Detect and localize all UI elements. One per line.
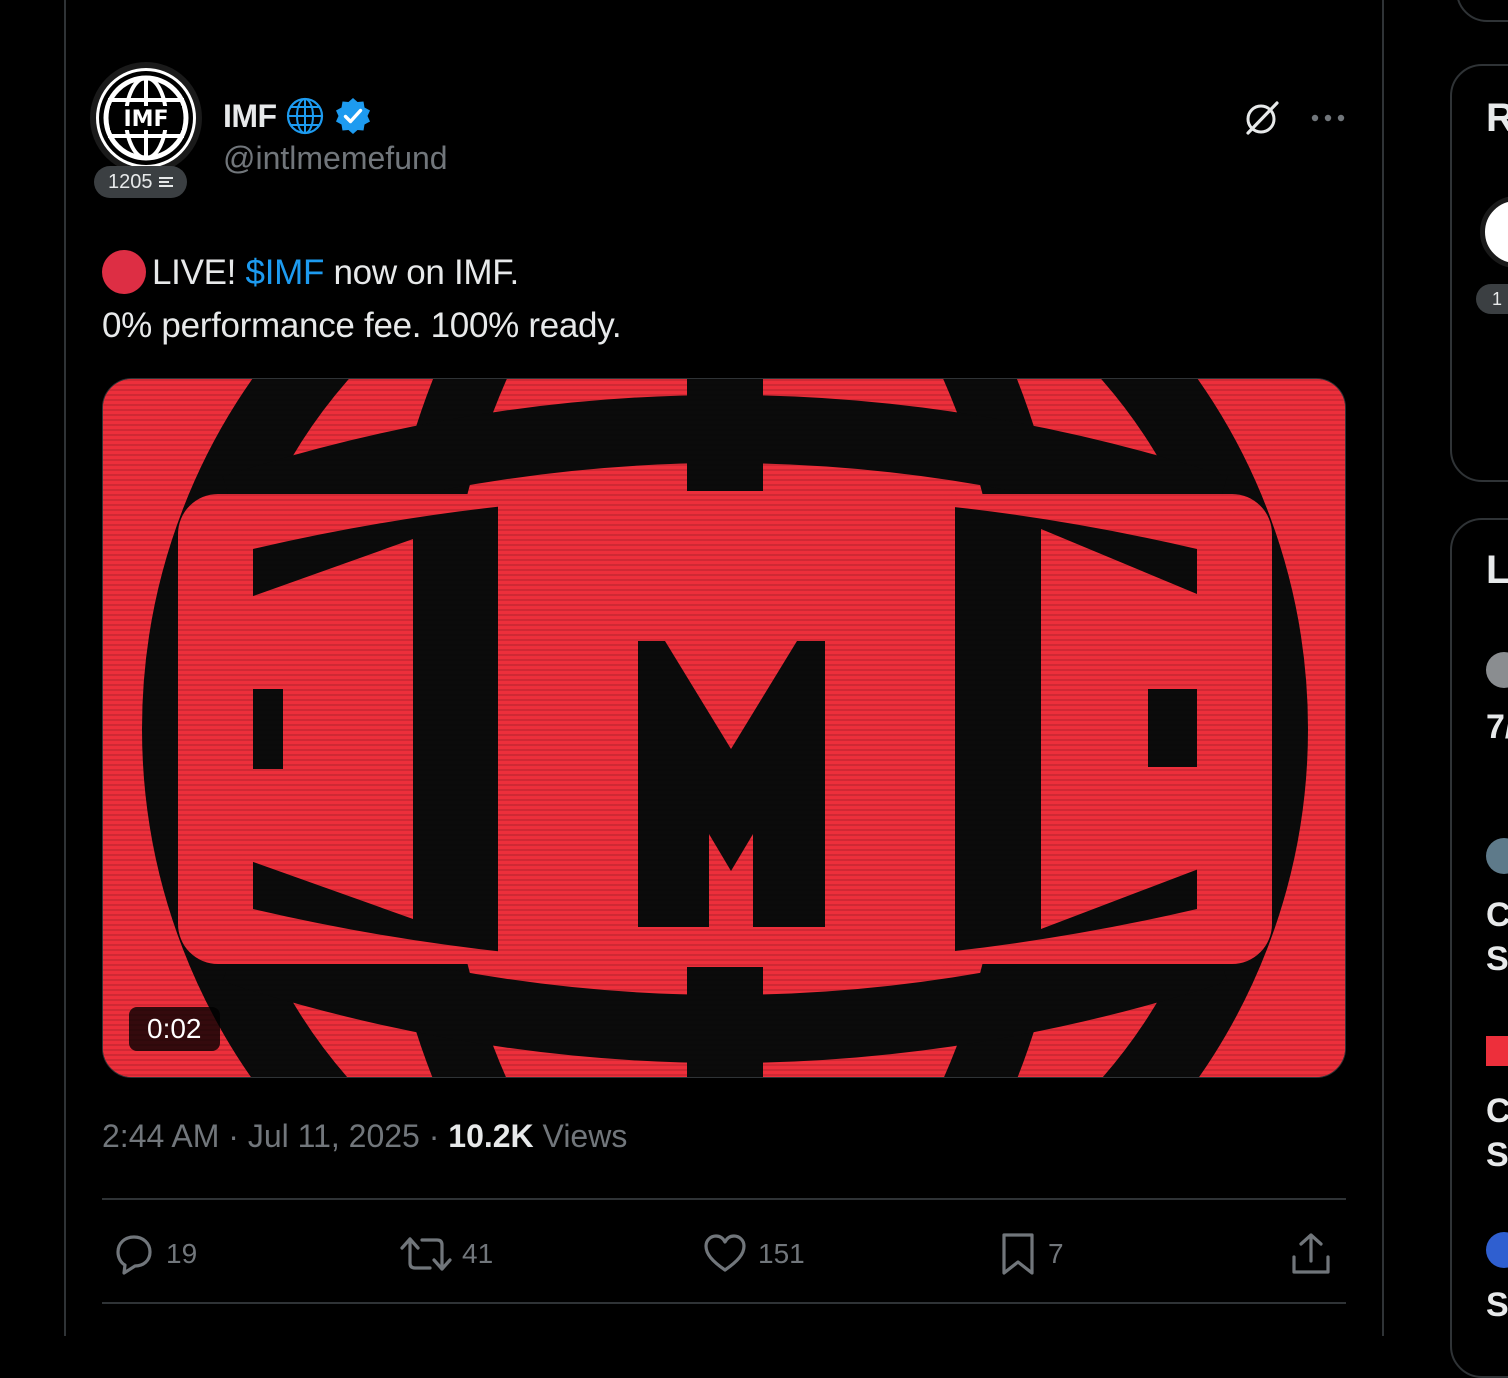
sidebar-top-card-edge xyxy=(1456,0,1508,22)
sidebar-score-value: 1 xyxy=(1492,289,1503,309)
heart-icon xyxy=(704,1234,746,1272)
reply-button[interactable]: 19 xyxy=(110,1224,197,1284)
timeline-left-border xyxy=(64,0,66,1336)
more-button[interactable] xyxy=(1306,96,1350,140)
sidebar-row-text[interactable]: S xyxy=(1486,940,1508,979)
sidebar-card-1: R 1 xyxy=(1450,64,1508,482)
bookmark-count: 7 xyxy=(1048,1238,1064,1269)
avatar[interactable] xyxy=(1486,838,1508,874)
red-circle-icon xyxy=(102,250,146,294)
sidebar-row-text[interactable]: S xyxy=(1486,1136,1508,1175)
repost-icon xyxy=(400,1237,452,1271)
sidebar-red-icon xyxy=(1486,1036,1508,1066)
share-icon xyxy=(1292,1233,1330,1274)
tweet-time[interactable]: 2:44 AM xyxy=(102,1118,219,1154)
tweet-text-line-1-rest: now on IMF. xyxy=(324,253,520,292)
tweet-text-line-1: LIVE! $IMF now on IMF. xyxy=(102,246,1342,299)
share-button[interactable] xyxy=(1288,1224,1334,1284)
like-button[interactable]: 151 xyxy=(702,1224,805,1284)
reply-icon xyxy=(116,1235,152,1275)
tweet-text-line-2: 0% performance fee. 100% ready. xyxy=(102,306,622,345)
views-label: Views xyxy=(533,1118,628,1154)
author-name-row: IMF xyxy=(223,96,373,136)
grok-icon xyxy=(1246,101,1279,135)
tweet: IMF 1205 IMF @intlmemefund LIVE! $IMF no… xyxy=(68,0,1382,1336)
sidebar-card-2-title: L xyxy=(1486,548,1508,592)
avatar[interactable]: IMF xyxy=(90,62,202,174)
sidebar-card-2: L 7/ C S C S S xyxy=(1450,518,1508,1378)
repost-button[interactable]: 41 xyxy=(400,1224,493,1284)
video-player[interactable]: 0:02 xyxy=(102,378,1346,1078)
sidebar-row-text[interactable]: C xyxy=(1486,896,1508,935)
sidebar-score-badge: 1 xyxy=(1476,284,1508,314)
avatar[interactable] xyxy=(1480,196,1508,268)
globe-icon xyxy=(286,97,323,135)
sidebar-card-1-title: R xyxy=(1486,96,1508,140)
author-name[interactable]: IMF xyxy=(223,98,277,135)
author-handle[interactable]: @intlmemefund xyxy=(223,140,448,177)
tweet-text: LIVE! $IMF now on IMF. 0% performance fe… xyxy=(102,246,1342,352)
live-label: LIVE! xyxy=(152,253,237,292)
imf-globe-logo-icon: IMF xyxy=(99,71,193,165)
tweet-top-actions xyxy=(1240,96,1350,140)
verified-badge-icon[interactable] xyxy=(333,96,373,136)
score-badge[interactable]: 1205 xyxy=(94,166,187,198)
meta-separator: · xyxy=(219,1118,248,1154)
video-duration: 0:02 xyxy=(129,1007,220,1051)
avatar-text: IMF xyxy=(123,107,168,132)
imf-logo-video-frame xyxy=(103,379,1345,1077)
sidebar-row-text[interactable]: C xyxy=(1486,1092,1508,1131)
score-value: 1205 xyxy=(108,170,153,193)
avatar[interactable] xyxy=(1486,652,1508,688)
views-count[interactable]: 10.2K xyxy=(448,1118,533,1154)
more-dots-icon xyxy=(1311,114,1345,122)
bookmark-icon xyxy=(1002,1233,1034,1275)
meta-separator: · xyxy=(419,1118,449,1154)
like-count: 151 xyxy=(758,1238,805,1269)
repost-count: 41 xyxy=(462,1238,494,1269)
cashtag-link[interactable]: $IMF xyxy=(246,253,325,292)
tweet-action-bar: 19 41 151 7 xyxy=(102,1224,1346,1284)
bars-icon xyxy=(158,177,173,187)
grok-button[interactable] xyxy=(1240,96,1284,140)
author-avatar-wrap[interactable]: IMF xyxy=(90,62,202,174)
avatar[interactable] xyxy=(1486,1232,1508,1268)
tweet-meta: 2:44 AM · Jul 11, 2025 · 10.2K Views xyxy=(102,1118,627,1155)
sidebar-row-text[interactable]: S xyxy=(1486,1286,1508,1325)
reply-count: 19 xyxy=(166,1238,198,1269)
timeline-right-border xyxy=(1382,0,1384,1336)
sidebar-row-text[interactable]: 7/ xyxy=(1486,708,1508,747)
divider-bottom xyxy=(102,1302,1346,1304)
tweet-date[interactable]: Jul 11, 2025 xyxy=(248,1118,420,1154)
divider-top xyxy=(102,1198,1346,1200)
bookmark-button[interactable]: 7 xyxy=(998,1224,1064,1284)
